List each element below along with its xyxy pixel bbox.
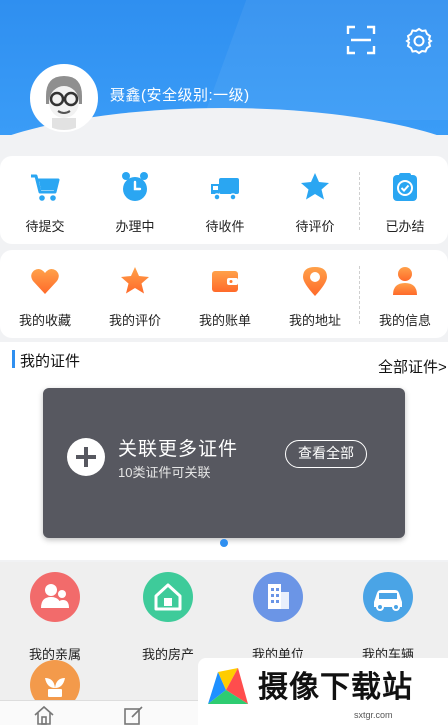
wallet-icon (212, 271, 238, 292)
order-label: 待评价 (295, 219, 335, 234)
link-certificate-card[interactable]: 关联更多证件 10类证件可关联 查看全部 (43, 388, 405, 538)
link-certificate-subtitle: 10类证件可关联 (118, 465, 211, 480)
order-to-review[interactable]: 待评价 (270, 156, 360, 244)
link-certificate-title: 关联更多证件 (118, 439, 239, 460)
order-status-card: 待提交 办理中 待收件 待评价 已办结 (0, 156, 448, 244)
order-pending-submit[interactable]: 待提交 (0, 156, 90, 244)
watermark-text: 摄像下载站 (258, 671, 413, 704)
add-certificate-icon[interactable] (67, 438, 105, 476)
shopping-cart-icon (31, 174, 60, 201)
settings-gear-icon[interactable] (404, 26, 434, 56)
personal-label: 我的账单 (198, 313, 251, 328)
watermark-overlay: 摄像下载站 sxtgr.com (198, 658, 448, 725)
house-icon (143, 572, 193, 622)
order-label: 已办结 (385, 219, 425, 234)
carousel-indicator[interactable] (220, 539, 228, 547)
scan-icon[interactable] (345, 24, 377, 56)
my-bills[interactable]: 我的账单 (180, 250, 270, 338)
order-label: 待收件 (205, 219, 245, 234)
user-icon (393, 267, 417, 295)
avatar[interactable] (30, 64, 98, 132)
location-pin-icon (303, 267, 327, 296)
heart-icon (31, 268, 59, 294)
my-addresses[interactable]: 我的地址 (270, 250, 360, 338)
my-info[interactable]: 我的信息 (360, 250, 448, 338)
order-to-receive[interactable]: 待收件 (180, 156, 270, 244)
building-icon (253, 572, 303, 622)
view-all-button[interactable]: 查看全部 (285, 440, 367, 468)
personal-label: 我的收藏 (18, 313, 71, 328)
star-icon (121, 267, 149, 294)
star-icon (301, 173, 329, 200)
personal-card: 我的收藏 我的评价 我的账单 我的地址 我的信息 (0, 250, 448, 338)
order-in-progress[interactable]: 办理中 (90, 156, 180, 244)
order-label: 待提交 (25, 219, 65, 234)
certificates-section: 我的证件 全部证件> 关联更多证件 10类证件可关联 查看全部 (0, 342, 448, 560)
all-certificates-link[interactable]: 全部证件> (378, 356, 447, 377)
order-completed[interactable]: 已办结 (360, 156, 448, 244)
checked-box-icon (393, 173, 417, 201)
personal-label: 我的评价 (108, 313, 161, 328)
alarm-clock-icon (122, 172, 148, 201)
watermark-url: sxtgr.com (354, 710, 393, 720)
personal-label: 我的地址 (288, 313, 341, 328)
username: 聂鑫(安全级别:一级) (110, 87, 250, 104)
watermark-logo-icon (208, 668, 248, 704)
my-reviews[interactable]: 我的评价 (90, 250, 180, 338)
section-accent-bar (12, 350, 15, 368)
personal-label: 我的信息 (378, 313, 431, 328)
my-favorites[interactable]: 我的收藏 (0, 250, 90, 338)
home-icon[interactable] (33, 705, 55, 725)
delivery-truck-icon (211, 178, 239, 201)
family-icon (30, 572, 80, 622)
section-title: 我的证件 (20, 353, 81, 370)
car-icon (363, 572, 413, 622)
order-label: 办理中 (115, 219, 155, 234)
edit-icon[interactable] (123, 705, 145, 725)
